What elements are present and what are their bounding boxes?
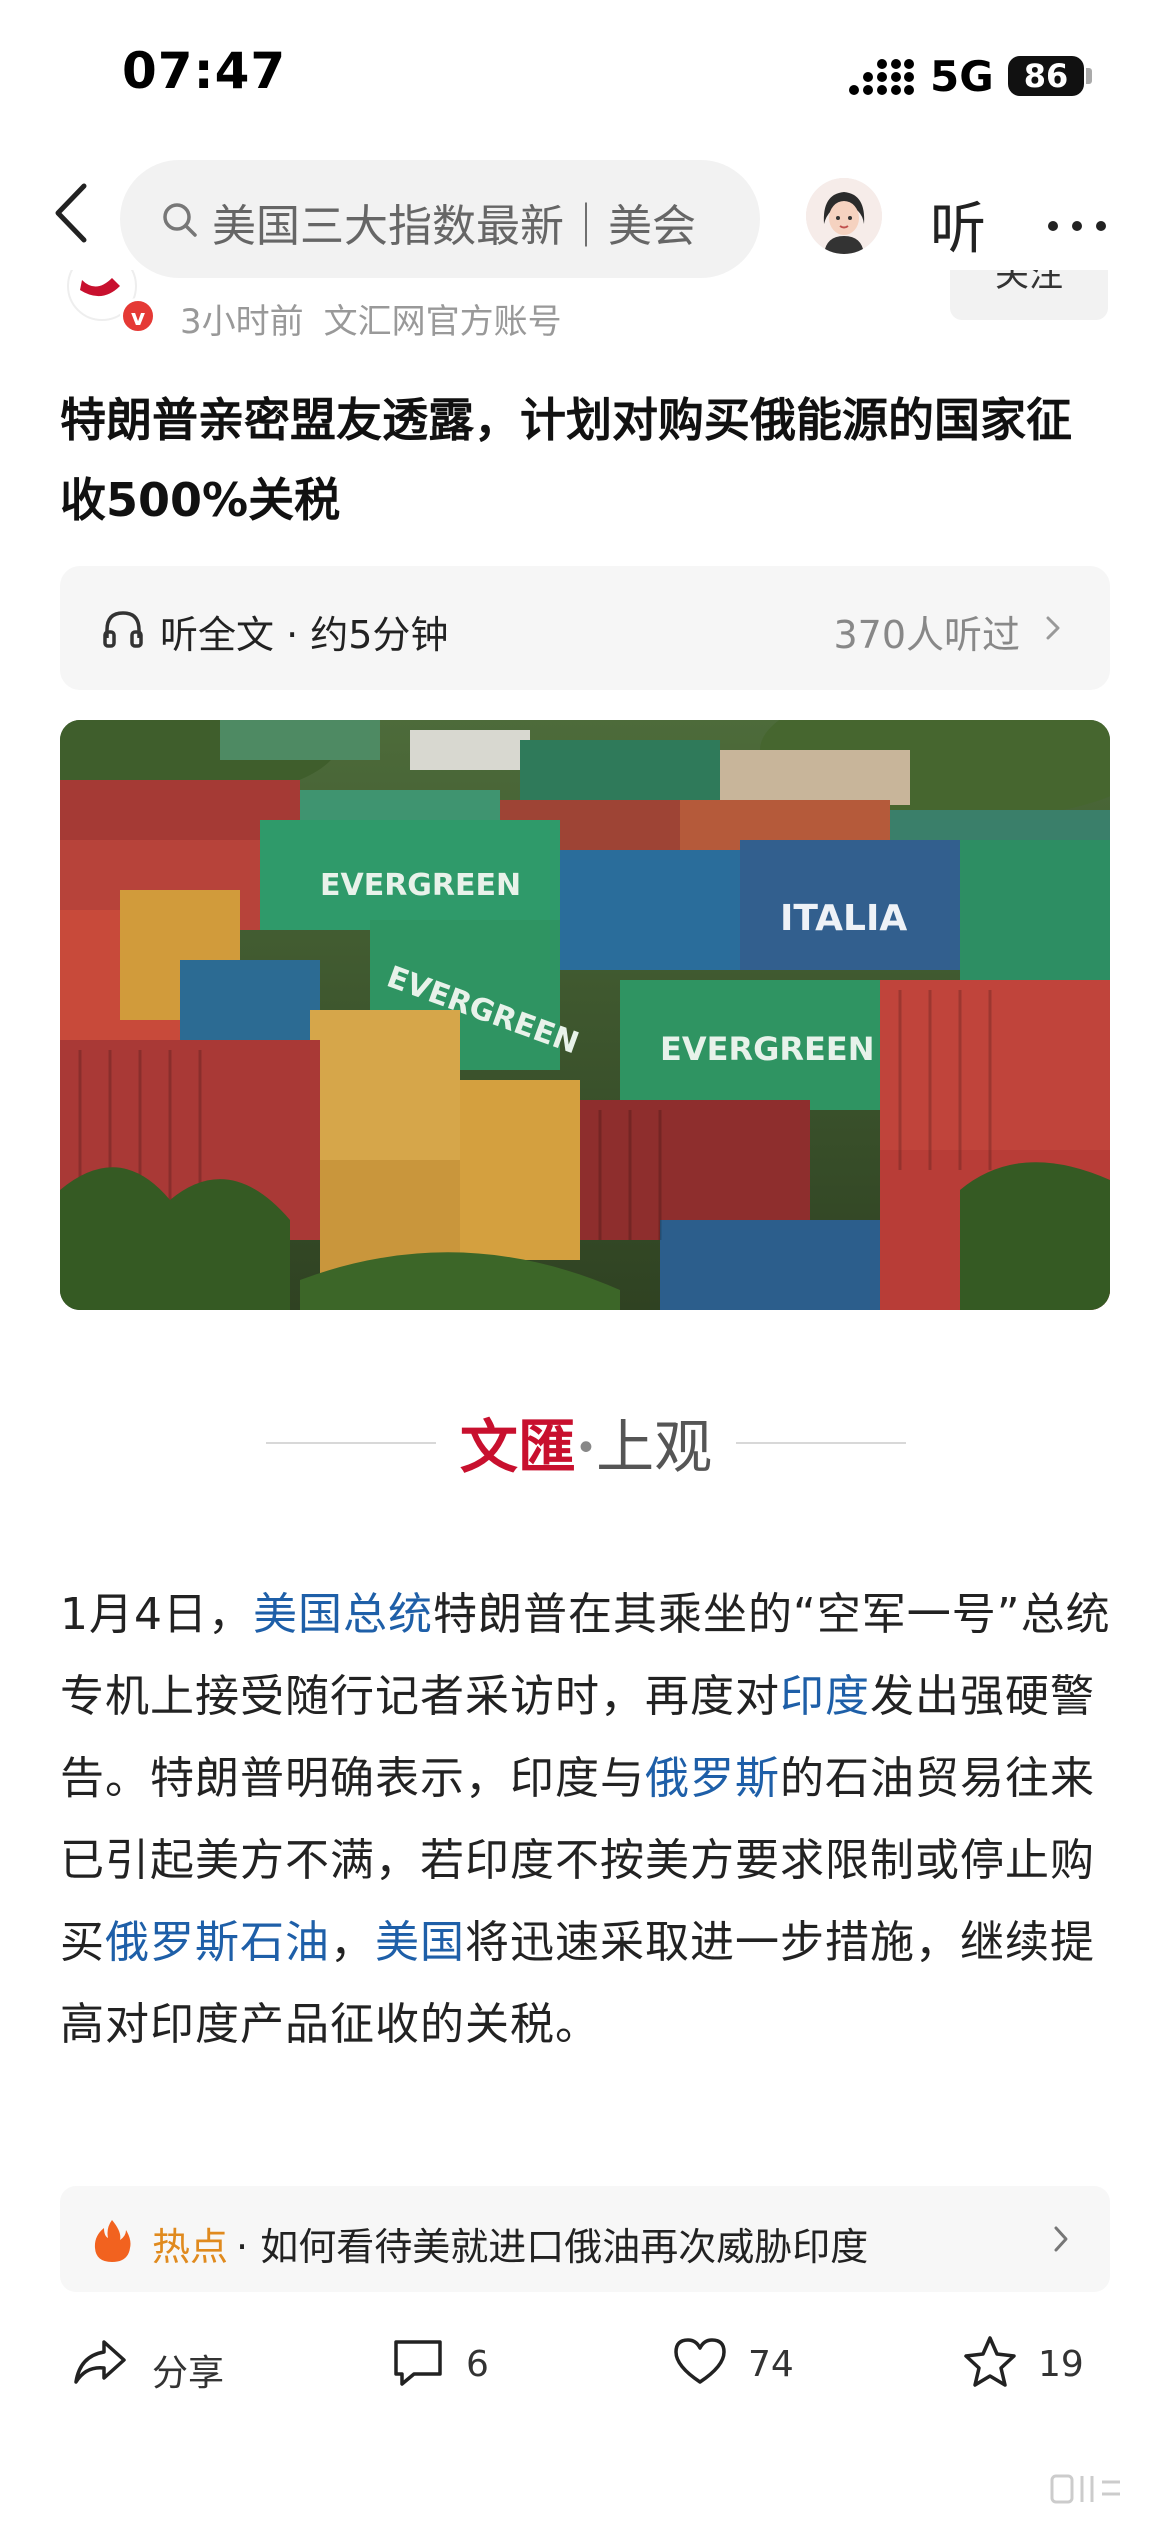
search-input[interactable]: 美国三大指数最新｜美会: [120, 160, 760, 278]
share-button[interactable]: 分享: [72, 2320, 252, 2410]
article-title: 特朗普亲密盟友透露，计划对购买俄能源的国家征收500%关税: [60, 393, 1072, 527]
listen-label: 听全文 · 约5分钟: [160, 613, 449, 657]
status-time: 07:47: [122, 42, 287, 100]
svg-text:ITALIA: ITALIA: [780, 898, 907, 939]
heart-icon: [674, 2338, 726, 2384]
source-logo: 文匯·上观: [266, 1400, 906, 1481]
author-name[interactable]: 文汇网官方账号: [324, 302, 562, 342]
avatar-illustration: [806, 178, 882, 254]
divider-line: [736, 1442, 906, 1444]
headphone-icon: [103, 611, 143, 648]
favorite-button[interactable]: 19: [962, 2320, 1112, 2410]
like-count: 74: [748, 2344, 794, 2385]
author-meta: 3小时前 文汇网官方账号: [180, 294, 562, 343]
hot-topic-bar[interactable]: 热点 · 如何看待美就进口俄油再次威胁印度: [60, 2186, 1110, 2292]
comment-icon: [394, 2340, 442, 2386]
favorite-count: 19: [1038, 2344, 1084, 2385]
top-nav: 美国三大指数最新｜美会 听: [0, 150, 1170, 280]
status-bar: 07:47 5G 86: [0, 0, 1170, 150]
network-type: 5G: [930, 52, 994, 101]
search-icon: [163, 203, 197, 237]
svg-text:EVERGREEN: EVERGREEN: [320, 868, 521, 903]
text-run: ，: [330, 1917, 375, 1968]
signal-icon: [849, 59, 914, 95]
share-icon: [74, 2340, 126, 2384]
entity-link[interactable]: 美国总统: [253, 1589, 433, 1640]
listen-button[interactable]: 听: [930, 184, 986, 265]
entity-link[interactable]: 俄罗斯: [645, 1753, 780, 1804]
entity-link[interactable]: 俄罗斯石油: [105, 1917, 330, 1968]
watermark-indicator: [1050, 2468, 1140, 2508]
divider-line: [266, 1442, 436, 1444]
share-label: 分享: [152, 2353, 225, 2394]
comment-button[interactable]: 6: [390, 2320, 530, 2410]
chevron-right-icon: [1046, 616, 1060, 640]
follow-label: 关注: [995, 270, 1063, 295]
more-icon[interactable]: [1048, 212, 1120, 236]
like-button[interactable]: 74: [672, 2320, 822, 2410]
wenhui-shangguan-logo: 文匯·上观: [459, 1413, 713, 1481]
chevron-right-icon: [1054, 2226, 1068, 2252]
star-icon: [964, 2336, 1016, 2387]
comment-count: 6: [466, 2344, 489, 2385]
back-icon[interactable]: [48, 178, 98, 248]
post-time: 3小时前: [180, 302, 304, 342]
listen-full-article-bar[interactable]: 听全文 · 约5分钟 370人听过: [60, 566, 1110, 690]
flame-icon: [94, 2220, 131, 2262]
follow-button[interactable]: 关注: [950, 270, 1108, 320]
article-body: 1月4日，美国总统特朗普在其乘坐的“空军一号”总统专机上接受随行记者采访时，再度…: [60, 1574, 1120, 2066]
user-avatar[interactable]: [806, 178, 882, 254]
text-run: 1月4日，: [60, 1589, 253, 1640]
containers-illustration: EVERGREEN ITALIA EVERGREEN EVERGREEN: [60, 720, 1110, 1310]
hot-label: 热点: [152, 2225, 229, 2269]
listen-count: 370人听过: [833, 613, 1020, 657]
battery-icon: 86: [1008, 56, 1084, 96]
author-row: v 3小时前 文汇网官方账号 关注: [0, 270, 1170, 343]
article-image[interactable]: EVERGREEN ITALIA EVERGREEN EVERGREEN: [60, 720, 1110, 1310]
hot-topic-text: · 如何看待美就进口俄油再次威胁印度: [236, 2225, 869, 2269]
search-placeholder: 美国三大指数最新｜美会: [212, 201, 696, 252]
action-bar: 分享 6 74 19: [0, 2320, 1170, 2410]
svg-text:EVERGREEN: EVERGREEN: [660, 1030, 875, 1068]
verified-badge: v: [120, 298, 156, 334]
entity-link[interactable]: 印度: [780, 1671, 870, 1722]
entity-link[interactable]: 美国: [375, 1917, 465, 1968]
battery-nub: [1086, 68, 1092, 84]
